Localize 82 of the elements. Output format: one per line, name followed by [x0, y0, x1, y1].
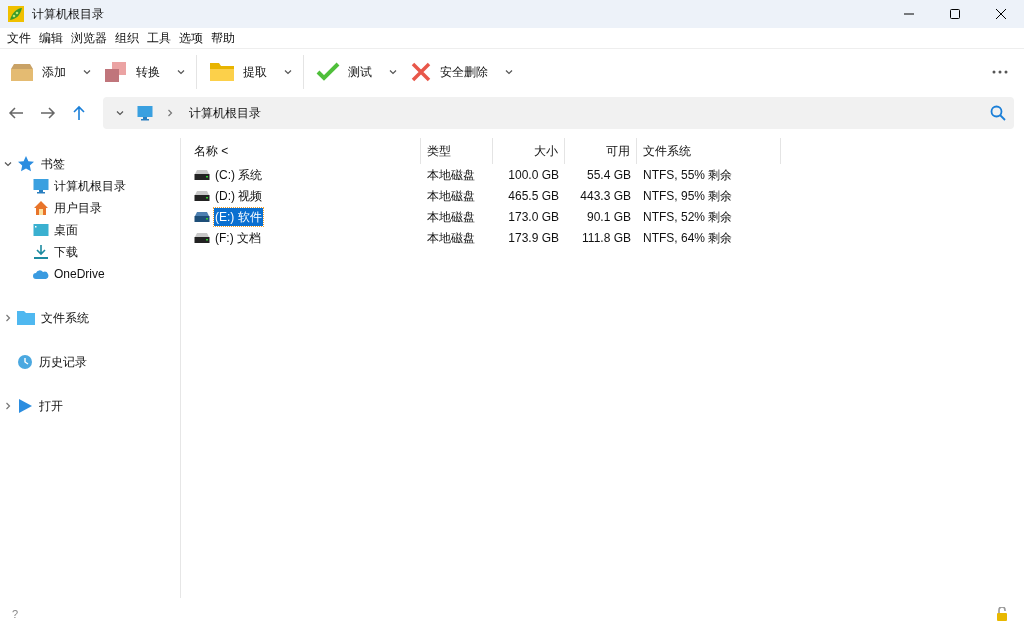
column-header[interactable]: 名称 <	[188, 138, 421, 164]
more-icon[interactable]	[992, 69, 1008, 74]
sidebar-item[interactable]: 打开	[39, 397, 63, 415]
drive-name[interactable]: (F:) 文档	[214, 228, 262, 247]
chevron-down-icon[interactable]	[115, 108, 125, 118]
table-cell-text: 111.8 GB	[581, 229, 632, 247]
search-icon[interactable]	[990, 105, 1006, 121]
help-mark[interactable]: ?	[12, 605, 19, 623]
sidebar-item[interactable]: OneDrive	[54, 265, 105, 283]
menu-item[interactable]: 选项	[175, 29, 207, 47]
table-cell-text: NTFS, 95% 剩余	[642, 187, 734, 205]
up-arrow-icon[interactable]	[72, 105, 86, 121]
address-bar[interactable]: 计算机根目录	[103, 97, 1014, 129]
address-path[interactable]: 计算机根目录	[189, 104, 261, 122]
table-cell-text: 443.3 GB	[579, 187, 632, 205]
monitor-icon	[137, 105, 153, 121]
clock-icon	[17, 354, 33, 370]
table-cell-text: 本地磁盘	[426, 229, 476, 247]
forward-arrow-icon[interactable]	[40, 106, 56, 120]
chevron-down-icon[interactable]	[3, 159, 13, 169]
table-cell-text: 465.5 GB	[507, 187, 560, 205]
table-cell-text: NTFS, 55% 剩余	[642, 166, 734, 184]
column-header[interactable]: 可用	[565, 138, 637, 164]
desktop-icon	[33, 222, 49, 238]
folder-icon	[17, 310, 35, 326]
sidebar-item[interactable]: 文件系统	[41, 309, 89, 327]
sidebar-item[interactable]: 历史记录	[39, 353, 87, 371]
box-icon	[10, 61, 34, 82]
chevron-right-icon[interactable]	[165, 108, 175, 118]
download-icon	[33, 244, 49, 260]
menu-item[interactable]: 工具	[143, 29, 175, 47]
table-cell-text: 本地磁盘	[426, 166, 476, 184]
sidebar-item[interactable]: 下载	[54, 243, 78, 261]
folder-icon	[209, 61, 235, 82]
drive-name[interactable]: (D:) 视频	[214, 186, 264, 205]
sidebar-item[interactable]: 计算机根目录	[54, 177, 126, 195]
toolbar-button[interactable]: 转换	[102, 56, 162, 87]
column-header[interactable]: 文件系统	[637, 138, 781, 164]
drive-name[interactable]: (C:) 系统	[214, 165, 264, 184]
menu-item[interactable]: 组织	[111, 29, 143, 47]
sidebar-item[interactable]: 桌面	[54, 221, 78, 239]
sidebar-item[interactable]: 用户目录	[54, 199, 102, 217]
table-cell-text: 100.0 GB	[507, 166, 560, 184]
maximize-icon	[950, 9, 960, 19]
back-arrow-icon[interactable]	[8, 106, 24, 120]
toolbar-button[interactable]: 添加	[8, 56, 68, 87]
chevron-right-icon[interactable]	[3, 401, 13, 411]
menu-item[interactable]: 文件	[3, 29, 35, 47]
table-cell-text: 173.9 GB	[507, 229, 560, 247]
padlock-icon[interactable]	[996, 607, 1008, 621]
chevron-right-icon[interactable]	[3, 313, 13, 323]
drive-icon	[194, 189, 210, 202]
drive-icon	[194, 231, 210, 244]
table-cell-text: 173.0 GB	[507, 208, 560, 226]
menu-item[interactable]: 浏览器	[67, 29, 111, 47]
cross-icon	[410, 60, 432, 83]
drive-icon	[194, 168, 210, 181]
menu-item[interactable]: 帮助	[207, 29, 239, 47]
app-logo-icon	[8, 6, 24, 22]
menu-item[interactable]: 编辑	[35, 29, 67, 47]
drive-icon	[194, 210, 210, 223]
play-icon	[17, 398, 33, 414]
column-header[interactable]: 大小	[493, 138, 565, 164]
toolbar-button[interactable]: 提取	[207, 56, 269, 87]
drive-name[interactable]: (E:) 软件	[214, 207, 263, 226]
window-title: 计算机根目录	[32, 6, 104, 23]
toolbar-button[interactable]: 测试	[314, 56, 374, 87]
column-header[interactable]: 类型	[421, 138, 493, 164]
table-cell-text: 90.1 GB	[585, 208, 632, 226]
star-icon	[17, 155, 35, 173]
table-cell-text: 本地磁盘	[426, 187, 476, 205]
table-cell-text: 本地磁盘	[426, 208, 476, 226]
toolbar-button[interactable]: 安全删除	[408, 56, 490, 87]
table-cell-text: NTFS, 52% 剩余	[642, 208, 734, 226]
sidebar-item[interactable]: 书签	[41, 155, 65, 173]
monitor-icon	[33, 178, 49, 194]
house-icon	[33, 200, 49, 216]
checkmark-icon	[316, 61, 340, 82]
close-icon	[996, 9, 1006, 19]
squares-icon	[104, 60, 128, 83]
table-cell-text: 55.4 GB	[585, 166, 632, 184]
table-cell-text: NTFS, 64% 剩余	[642, 229, 734, 247]
